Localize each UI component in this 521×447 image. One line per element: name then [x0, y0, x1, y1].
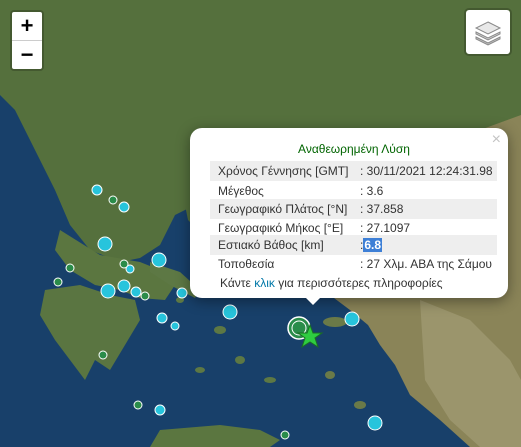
- row-magnitude: Μέγεθος : 3.6: [210, 181, 497, 201]
- island-samos: [323, 317, 347, 327]
- row-latitude: Γεωγραφικό Πλάτος [°N] : 37.858: [210, 199, 497, 219]
- quake-marker: [133, 400, 143, 410]
- depth-value-highlight: 6.8: [363, 238, 383, 252]
- quake-marker: [98, 350, 108, 360]
- row-label: Γεωγραφικό Μήκος [°E]: [218, 221, 344, 235]
- quake-marker: [176, 287, 188, 299]
- zoom-in-button[interactable]: +: [12, 12, 42, 40]
- popup-tip: [303, 295, 323, 305]
- popup-title: Αναθεωρημένη Λύση: [298, 142, 410, 156]
- row-label: Εστιακό Βάθος [km]: [218, 238, 324, 252]
- row-origin-time: Χρόνος Γέννησης [GMT] : 30/11/2021 12:24…: [210, 161, 497, 181]
- event-popup: × Αναθεωρημένη Λύση Χρόνος Γέννησης [GMT…: [190, 128, 508, 298]
- row-value: : 27.1097: [360, 221, 411, 235]
- quake-marker: [156, 312, 168, 324]
- zoom-control: + −: [10, 10, 44, 71]
- layers-button[interactable]: [464, 8, 512, 56]
- footer-text: για περισσότερες πληροφορίες: [274, 276, 443, 290]
- row-label: Γεωγραφικό Πλάτος [°N]: [218, 202, 348, 216]
- row-label: Χρόνος Γέννησης [GMT]: [218, 164, 349, 178]
- layers-icon: [474, 21, 502, 46]
- row-value: :6.8: [360, 238, 496, 252]
- zoom-out-button[interactable]: −: [12, 40, 42, 69]
- row-value: : 30/11/2021 12:24:31.98: [360, 164, 493, 178]
- quake-marker: [91, 184, 103, 196]
- more-info-link[interactable]: κλικ: [254, 276, 275, 290]
- quake-marker: [367, 415, 383, 431]
- quake-marker: [344, 311, 360, 327]
- quake-marker: [65, 263, 75, 273]
- row-label: Τοποθεσία: [218, 257, 275, 271]
- quake-marker: [117, 279, 131, 293]
- row-value: : 37.858: [360, 202, 404, 216]
- row-label: Μέγεθος: [218, 184, 264, 198]
- quake-marker: [151, 252, 167, 268]
- quake-marker: [53, 277, 63, 287]
- row-value: : 27 Χλμ. ΑΒΑ της Σάμου: [360, 257, 492, 271]
- quake-marker: [280, 430, 290, 440]
- quake-marker: [154, 404, 166, 416]
- footer-text: Κάντε: [220, 276, 255, 290]
- quake-marker: [222, 304, 238, 320]
- row-location: Τοποθεσία : 27 Χλμ. ΑΒΑ της Σάμου: [210, 254, 497, 274]
- quake-marker: [118, 201, 130, 213]
- quake-marker: [97, 236, 113, 252]
- quake-marker: [130, 286, 142, 298]
- row-depth: Εστιακό Βάθος [km] :6.8: [210, 235, 497, 255]
- quake-marker: [119, 259, 129, 269]
- row-value: : 3.6: [360, 184, 384, 198]
- quake-marker: [100, 283, 116, 299]
- quake-marker: [108, 195, 118, 205]
- popup-footer: Κάντε κλικ για περισσότερες πληροφορίες: [220, 276, 443, 290]
- quake-marker: [170, 321, 180, 331]
- quake-marker: [140, 291, 150, 301]
